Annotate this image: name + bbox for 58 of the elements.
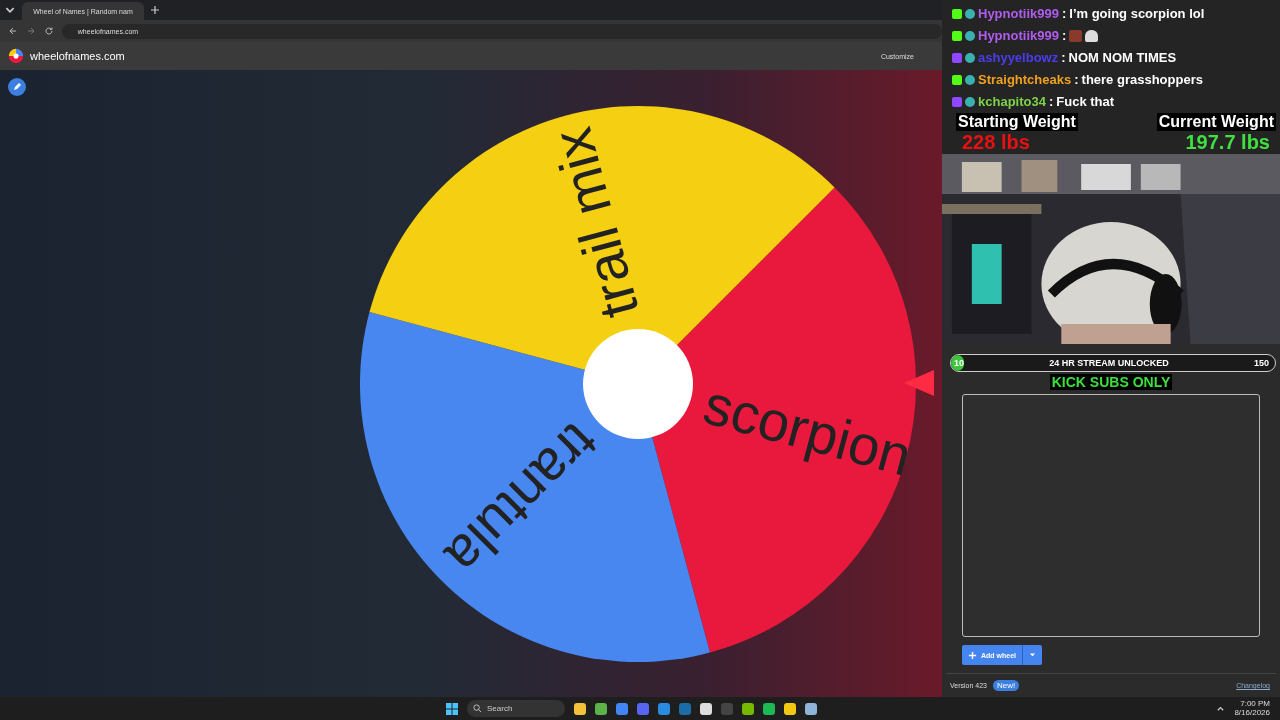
subs-note: KICK SUBS ONLY — [1049, 374, 1173, 390]
goal-end: 150 — [1252, 358, 1270, 368]
app-icon[interactable] — [595, 702, 607, 715]
edit-button[interactable] — [8, 78, 26, 96]
chat-username: ashyyelbowz — [978, 50, 1059, 65]
back-icon[interactable] — [8, 26, 18, 36]
slice-label: trail mix — [540, 121, 651, 324]
app-icon[interactable] — [742, 702, 754, 715]
taskbar-search-field[interactable]: Search — [467, 700, 565, 717]
separator: : — [1061, 50, 1066, 65]
chat-username: kchapito34 — [978, 94, 1046, 109]
chat-username: Straightcheaks — [978, 72, 1072, 87]
dropdown-button[interactable] — [1022, 645, 1042, 665]
app-icon[interactable] — [574, 702, 586, 715]
chat-message: I’m going scorpion lol — [1069, 6, 1205, 21]
clock-time: 7:00 PM — [1240, 699, 1270, 709]
chevron-up-icon[interactable] — [1216, 704, 1226, 713]
goal-title: 24 HR STREAM UNLOCKED — [1048, 358, 1170, 368]
weight-value: 197.7 lbs — [1184, 131, 1271, 154]
chat-username: Hypnotiik999 — [978, 6, 1059, 21]
start-icon[interactable] — [446, 702, 458, 715]
site-name: wheelofnames.com — [30, 50, 125, 62]
separator: : — [1048, 94, 1054, 109]
slice-label: scorpion — [697, 371, 919, 488]
weight-value: 228 lbs — [961, 131, 1031, 154]
kick-badge-icon — [952, 74, 962, 85]
chat-message: Fuck that — [1056, 94, 1115, 109]
separator: : — [1074, 72, 1079, 87]
weight-label: Starting Weight — [956, 113, 1078, 131]
app-icon[interactable] — [784, 702, 796, 715]
separator: : — [1061, 28, 1067, 43]
chat-message: NOM NOM TIMES — [1068, 50, 1177, 65]
kick-badge-icon — [952, 8, 962, 19]
app-icon[interactable] — [700, 702, 712, 715]
twitch-badge-icon — [952, 96, 962, 107]
avatar-icon — [965, 52, 975, 63]
avatar-icon — [965, 74, 975, 85]
goal-start: 10 — [953, 358, 965, 368]
kick-badge-icon — [952, 30, 962, 41]
chat-username: Hypnotiik999 — [978, 28, 1059, 43]
avatar-icon — [965, 30, 975, 41]
app-icon[interactable] — [805, 702, 817, 715]
twitch-badge-icon — [952, 52, 962, 63]
weight-label: Current Weight — [1156, 113, 1276, 131]
clock-date: 8/16/2026 — [1234, 708, 1270, 718]
avatar-icon — [965, 96, 975, 107]
new-badge: New! — [993, 680, 1020, 691]
forward-icon[interactable] — [25, 26, 36, 36]
new-tab-button[interactable] — [150, 5, 160, 15]
wheel-logo-icon — [8, 48, 24, 64]
chat-message: there grasshoppers — [1081, 72, 1203, 87]
separator: : — [1061, 6, 1067, 21]
plus-icon — [968, 650, 977, 660]
ghost-emote-icon — [1085, 29, 1099, 42]
app-icon[interactable] — [763, 702, 775, 715]
pencil-icon — [12, 82, 22, 92]
reload-icon[interactable] — [43, 26, 54, 36]
avatar-icon — [965, 8, 975, 19]
